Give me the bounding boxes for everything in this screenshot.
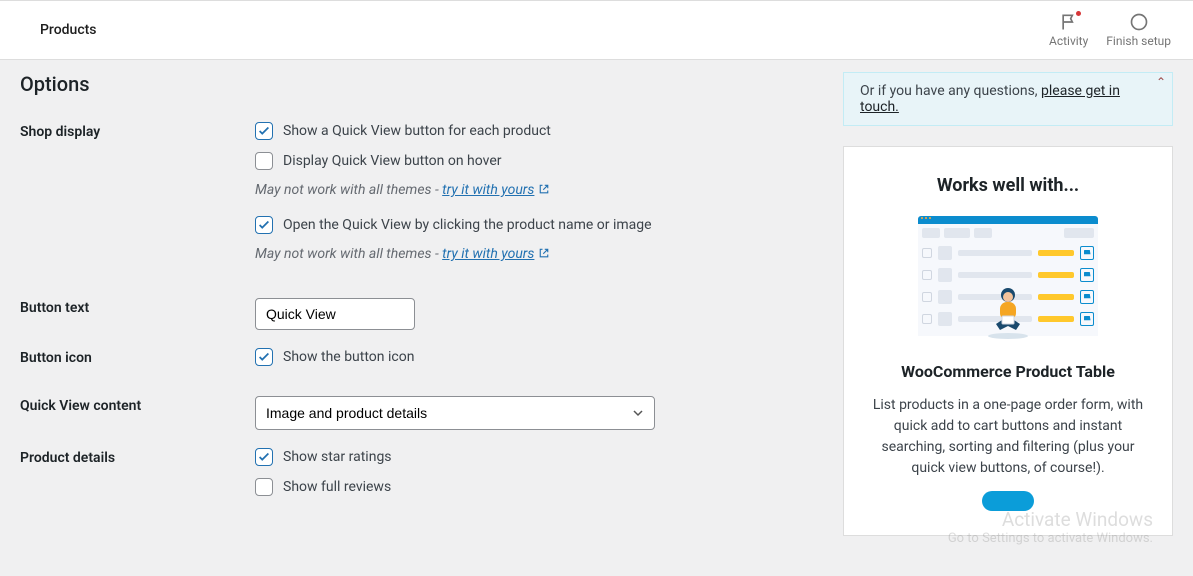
checkbox-label: Show star ratings xyxy=(283,449,392,465)
hint-text: May not work with all themes - try it wi… xyxy=(255,182,823,198)
finish-setup-button[interactable]: Finish setup xyxy=(1106,12,1171,48)
finish-label: Finish setup xyxy=(1106,34,1171,48)
main-content: Options Shop display Show a Quick View b… xyxy=(20,72,823,576)
activity-label: Activity xyxy=(1049,34,1088,48)
hint-text-2: May not work with all themes - try it wi… xyxy=(255,246,823,262)
button-text-input[interactable] xyxy=(255,298,415,330)
label-button-text: Button text xyxy=(20,298,255,330)
row-qv-content: Quick View content Image and product det… xyxy=(20,396,823,430)
activity-button[interactable]: Activity xyxy=(1049,12,1088,48)
label-button-icon: Button icon xyxy=(20,348,255,378)
sidebar: Or if you have any questions, please get… xyxy=(843,72,1173,576)
checkbox-label: Show full reviews xyxy=(283,479,391,495)
checkbox-label: Show a Quick View button for each produc… xyxy=(283,123,551,139)
try-it-link-2[interactable]: try it with yours xyxy=(442,246,534,262)
label-shop-display: Shop display xyxy=(20,122,255,280)
quick-view-content-select[interactable]: Image and product details xyxy=(255,396,655,430)
person-icon xyxy=(978,280,1038,340)
checkbox-star-ratings[interactable] xyxy=(255,448,273,466)
promo-description: List products in a one-page order form, … xyxy=(872,395,1144,479)
page-title: Products xyxy=(40,22,97,38)
row-button-text: Button text xyxy=(20,298,823,330)
label-product-details: Product details xyxy=(20,448,255,508)
row-shop-display: Shop display Show a Quick View button fo… xyxy=(20,122,823,280)
notice-box: Or if you have any questions, please get… xyxy=(843,72,1173,126)
promo-product-name: WooCommerce Product Table xyxy=(872,362,1144,381)
checkbox-hover[interactable] xyxy=(255,152,273,170)
promo-illustration xyxy=(918,216,1098,336)
close-icon[interactable]: ⌃ xyxy=(1156,75,1166,89)
flag-icon xyxy=(1059,12,1079,32)
checkbox-full-reviews[interactable] xyxy=(255,478,273,496)
promo-cta-button[interactable] xyxy=(982,491,1034,511)
circle-icon xyxy=(1129,12,1149,32)
top-bar: Products Activity Finish setup xyxy=(0,0,1193,60)
try-it-link[interactable]: try it with yours xyxy=(442,182,534,198)
promo-heading: Works well with... xyxy=(872,175,1144,196)
topbar-actions: Activity Finish setup xyxy=(1049,12,1171,48)
checkbox-quick-view-button[interactable] xyxy=(255,122,273,140)
external-link-icon xyxy=(538,247,550,259)
checkbox-click-product[interactable] xyxy=(255,216,273,234)
promo-box: Works well with... xyxy=(843,146,1173,536)
checkbox-label: Show the button icon xyxy=(283,349,414,365)
row-button-icon: Button icon Show the button icon xyxy=(20,348,823,378)
checkbox-button-icon[interactable] xyxy=(255,348,273,366)
section-heading: Options xyxy=(20,72,823,96)
checkbox-label: Open the Quick View by clicking the prod… xyxy=(283,217,652,233)
label-qv-content: Quick View content xyxy=(20,396,255,430)
row-product-details: Product details Show star ratings Show f… xyxy=(20,448,823,508)
checkbox-label: Display Quick View button on hover xyxy=(283,153,502,169)
external-link-icon xyxy=(538,183,550,195)
